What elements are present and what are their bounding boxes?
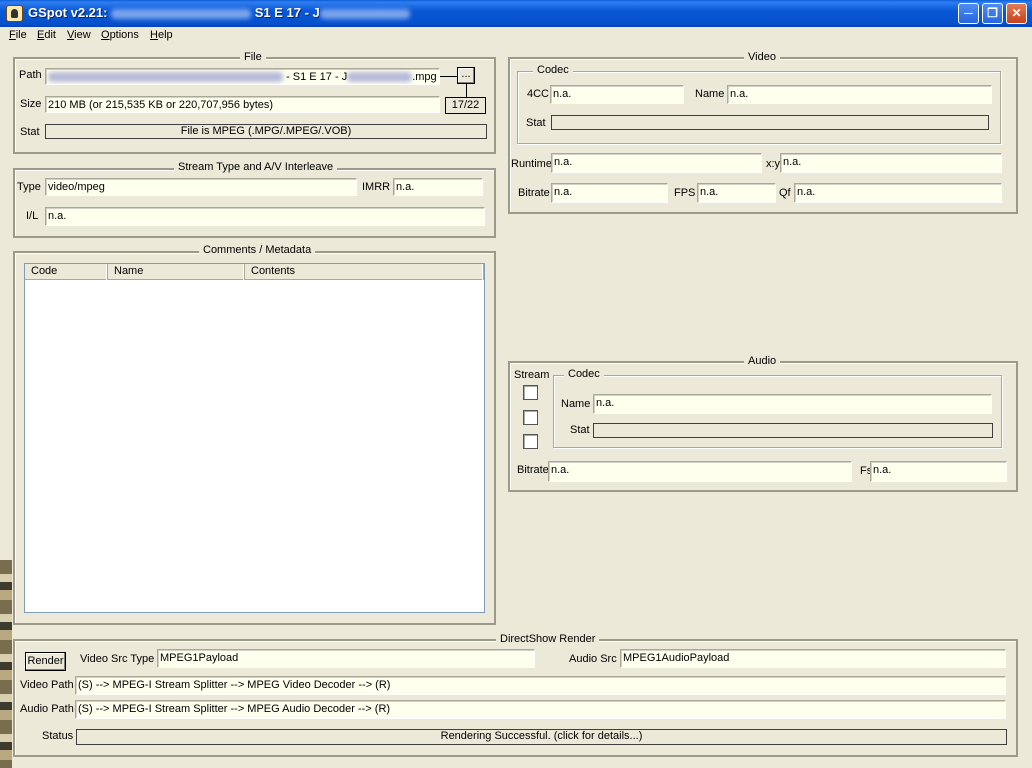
stat-label: Stat	[20, 126, 40, 138]
close-icon: ✕	[1011, 6, 1022, 20]
video-stat-bar	[551, 115, 989, 130]
menu-file[interactable]: File	[6, 27, 30, 45]
restore-button[interactable]: ❐	[982, 3, 1003, 24]
path-field[interactable]: - S1 E 17 - J .mpg	[45, 68, 440, 85]
redacted-title-blur	[111, 8, 252, 19]
type-label: Type	[17, 181, 41, 193]
metadata-list[interactable]: Code Name Contents	[24, 263, 485, 613]
video-src-label: Video Src Type	[80, 653, 155, 665]
imrr-field: n.a.	[393, 178, 483, 196]
menu-help[interactable]: Help	[147, 27, 176, 45]
title-app: GSpot v2.21:	[28, 5, 108, 20]
status-bar[interactable]: Rendering Successful. (click for details…	[76, 729, 1007, 745]
comments-legend: Comments / Metadata	[199, 244, 316, 256]
video-legend: Video	[744, 51, 780, 63]
audio-bitrate-label: Bitrate	[517, 464, 549, 476]
menu-edit[interactable]: Edit	[34, 27, 59, 45]
audio-path-field: (S) --> MPEG-I Stream Splitter --> MPEG …	[75, 700, 1006, 719]
path-suffix: .mpg	[412, 71, 437, 83]
audio-stat-bar	[593, 423, 993, 438]
status-label: Status	[42, 730, 74, 742]
video-codec-legend: Codec	[533, 64, 573, 76]
metadata-list-header: Code Name Contents	[25, 264, 484, 280]
video-path-label: Video Path	[20, 679, 74, 691]
menu-options[interactable]: Options	[98, 27, 142, 45]
qf-field: n.a.	[794, 183, 1002, 203]
minimize-button[interactable]: ─	[958, 3, 979, 24]
il-label: I/L	[26, 210, 39, 222]
video-path-field: (S) --> MPEG-I Stream Splitter --> MPEG …	[75, 676, 1006, 695]
menu-view[interactable]: View	[64, 27, 94, 45]
directshow-legend: DirectShow Render	[496, 633, 600, 645]
audio-stream-checkbox-3[interactable]	[523, 434, 538, 449]
redacted-title-blur-2	[319, 8, 410, 19]
close-button[interactable]: ✕	[1006, 3, 1027, 24]
type-field: video/mpeg	[45, 178, 357, 196]
runtime-field: n.a.	[551, 153, 762, 173]
video-src-field: MPEG1Payload	[157, 649, 535, 668]
render-button[interactable]: Render	[25, 652, 66, 671]
redacted-path-blur-2	[347, 72, 413, 83]
qf-label: Qf	[779, 187, 791, 199]
video-codec-group	[517, 71, 1001, 144]
column-header-code[interactable]: Code	[25, 264, 108, 280]
xy-field: n.a.	[780, 153, 1002, 173]
fps-field: n.a.	[697, 183, 776, 203]
title-bar: GSpot v2.21: S1 E 17 - J ─ ❐ ✕	[0, 0, 1032, 27]
column-header-name[interactable]: Name	[108, 264, 245, 280]
restore-icon: ❐	[987, 6, 998, 20]
path-label: Path	[19, 69, 42, 81]
fps-label: FPS	[674, 187, 696, 199]
browse-button[interactable]: ...	[457, 67, 475, 84]
size-label: Size	[20, 98, 42, 110]
file-stat-bar: File is MPEG (.MPG/.MPEG/.VOB)	[45, 124, 487, 139]
path-value: - S1 E 17 - J	[286, 71, 348, 83]
audio-name-field: n.a.	[593, 394, 992, 414]
video-name-label: Name	[695, 88, 725, 100]
fourcc-label: 4CC	[527, 88, 550, 100]
fs-field: n.a.	[870, 461, 1007, 482]
stream-type-legend: Stream Type and A/V Interleave	[174, 161, 338, 173]
audio-src-label: Audio Src	[569, 653, 617, 665]
file-group-legend: File	[240, 51, 266, 63]
xy-label: x:y	[766, 158, 781, 170]
column-header-contents[interactable]: Contents	[245, 264, 484, 280]
title-episode: S1 E 17 -	[254, 5, 309, 20]
audio-stream-label: Stream	[514, 369, 550, 381]
file-counter: 17/22	[445, 97, 486, 114]
video-name-field: n.a.	[727, 85, 992, 104]
redacted-path-blur	[48, 72, 283, 83]
minimize-icon: ─	[964, 6, 973, 20]
connector-line-vertical	[466, 84, 467, 97]
audio-legend: Audio	[744, 355, 781, 367]
video-bitrate-label: Bitrate	[518, 187, 550, 199]
imrr-label: IMRR	[362, 181, 391, 193]
audio-stream-checkbox-1[interactable]	[523, 385, 538, 400]
menu-bar: File Edit View Options Help	[0, 27, 1032, 45]
audio-name-label: Name	[561, 398, 591, 410]
video-stat-label: Stat	[526, 117, 546, 129]
video-bitrate-field: n.a.	[551, 183, 668, 203]
app-icon	[6, 5, 23, 22]
window-title: GSpot v2.21: S1 E 17 - J	[28, 5, 410, 20]
fourcc-field: n.a.	[550, 85, 684, 104]
desktop-background-strip	[0, 560, 12, 768]
audio-stream-checkbox-2[interactable]	[523, 410, 538, 425]
audio-path-label: Audio Path	[20, 703, 74, 715]
audio-src-field: MPEG1AudioPayload	[620, 649, 1006, 668]
audio-codec-legend: Codec	[564, 368, 604, 380]
size-field: 210 MB (or 215,535 KB or 220,707,956 byt…	[45, 96, 440, 113]
runtime-label: Runtime	[511, 158, 552, 170]
connector-line	[440, 76, 457, 77]
audio-stat-label: Stat	[570, 424, 590, 436]
title-initial: J	[312, 5, 320, 20]
il-field: n.a.	[45, 207, 485, 226]
audio-bitrate-field: n.a.	[548, 461, 852, 482]
